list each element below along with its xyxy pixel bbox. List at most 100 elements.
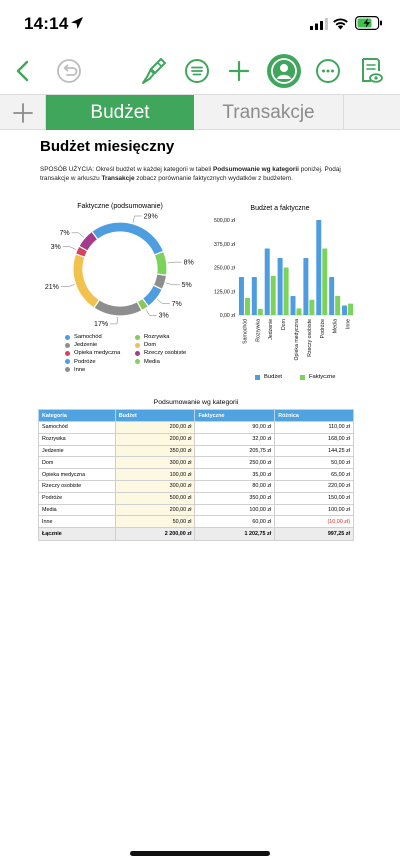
bar-chart[interactable]: 0,00 zł 125,00 zł 250,00 zł 375,00 zł 500,00…: [200, 212, 360, 374]
difference-cell[interactable]: 150,00 zł: [274, 491, 354, 505]
bar-budget[interactable]: [277, 258, 283, 315]
toolbar: [0, 50, 400, 92]
donut-slice[interactable]: [92, 298, 143, 317]
header-cell[interactable]: Kategoria: [38, 409, 116, 422]
difference-cell[interactable]: 110,00 zł: [274, 421, 354, 434]
format-lines-icon[interactable]: [180, 54, 214, 88]
table-row[interactable]: Opieka medyczna 100,00 zł 35,00 zł 65,00 zł: [38, 468, 354, 481]
total-cell[interactable]: 2 200,00 zł: [114, 527, 196, 542]
budget-cell[interactable]: 200,00 zł: [114, 421, 196, 434]
table-row[interactable]: Podróże 500,00 zł 350,00 zł 150,00 zł: [38, 491, 354, 505]
donut-slice[interactable]: [90, 221, 165, 256]
difference-cell[interactable]: 65,00 zł: [274, 468, 354, 481]
category-cell[interactable]: Podróże: [38, 491, 116, 505]
bar-actual[interactable]: [309, 299, 315, 315]
bar-actual[interactable]: [270, 275, 276, 315]
actual-cell[interactable]: 80,00 zł: [194, 479, 276, 493]
add-plus-icon[interactable]: [222, 54, 256, 88]
difference-cell[interactable]: 50,00 zł: [274, 456, 354, 470]
bar-actual[interactable]: [335, 296, 341, 315]
actual-cell[interactable]: 60,00 zł: [194, 515, 276, 529]
budget-cell[interactable]: 300,00 zł: [114, 456, 196, 470]
actual-cell[interactable]: 250,00 zł: [194, 456, 276, 470]
table-row[interactable]: Media 200,00 zł 100,00 zł 100,00 zł: [38, 503, 354, 517]
slice-leader-line: [167, 261, 182, 264]
budget-cell[interactable]: 50,00 zł: [114, 515, 196, 529]
budget-cell[interactable]: 300,00 zł: [114, 479, 196, 493]
budget-cell[interactable]: 500,00 zł: [114, 491, 196, 505]
add-sheet-button[interactable]: [0, 95, 46, 130]
bar-budget[interactable]: [303, 258, 309, 315]
table-total-row[interactable]: Łącznie 2 200,00 zł 1 202,75 zł 997,25 zł: [38, 527, 354, 542]
bar-actual[interactable]: [283, 267, 289, 316]
difference-cell[interactable]: (10,00 zł): [274, 515, 354, 529]
collaborate-person-icon[interactable]: [265, 52, 303, 90]
category-cell[interactable]: Samochód: [38, 421, 116, 434]
bar-actual[interactable]: [348, 303, 354, 315]
bar-actual[interactable]: [296, 308, 302, 315]
table-row[interactable]: Rozrywka 200,00 zł 32,00 zł 168,00 zł: [38, 432, 354, 446]
budget-cell[interactable]: 350,00 zł: [114, 444, 196, 458]
bar-actual[interactable]: [257, 308, 263, 315]
back-chevron-icon[interactable]: [6, 54, 40, 88]
header-cell[interactable]: Faktyczne: [194, 409, 276, 422]
header-cell[interactable]: Różnica: [274, 409, 354, 422]
category-cell[interactable]: Rzeczy osobiste: [38, 479, 116, 493]
actual-cell[interactable]: 205,75 zł: [194, 444, 276, 458]
category-summary-table[interactable]: Kategoria Budżet Faktyczne Różnica Samoc…: [38, 409, 354, 542]
bar-budget[interactable]: [238, 277, 244, 315]
tab-transakcje[interactable]: Transakcje: [194, 95, 344, 130]
undo-icon[interactable]: [52, 54, 86, 88]
actual-cell[interactable]: 32,00 zł: [194, 432, 276, 446]
bar-budget[interactable]: [329, 277, 335, 315]
bar-budget[interactable]: [251, 277, 257, 315]
budget-cell[interactable]: 100,00 zł: [114, 468, 196, 481]
header-cell[interactable]: Budżet: [114, 409, 196, 422]
donut-slice[interactable]: [72, 253, 101, 309]
bar-budget[interactable]: [342, 305, 348, 316]
x-tick-label: Rozrywka: [255, 319, 261, 342]
table-row[interactable]: Dom 300,00 zł 250,00 zł 50,00 zł: [38, 456, 354, 470]
category-cell[interactable]: Media: [38, 503, 116, 517]
category-cell[interactable]: Rozrywka: [38, 432, 116, 446]
donut-slice[interactable]: [153, 250, 168, 277]
bar-actual[interactable]: [322, 248, 328, 316]
table-row[interactable]: Samochód 200,00 zł 90,00 zł 110,00 zł: [38, 421, 354, 434]
more-options-icon[interactable]: [311, 54, 345, 88]
total-cell[interactable]: 1 202,75 zł: [194, 527, 276, 542]
category-cell[interactable]: Opieka medyczna: [38, 468, 116, 481]
donut-chart[interactable]: 7%3%17%21%3%7%29%8%5%: [30, 212, 210, 332]
legend-label: Dom: [144, 342, 157, 349]
category-cell[interactable]: Inne: [38, 515, 116, 529]
table-row[interactable]: Inne 50,00 zł 60,00 zł (10,00 zł): [38, 515, 354, 529]
budget-cell[interactable]: 200,00 zł: [114, 503, 196, 517]
actual-cell[interactable]: 350,00 zł: [194, 491, 276, 505]
bar-budget[interactable]: [290, 296, 296, 315]
budget-cell[interactable]: 200,00 zł: [114, 432, 196, 446]
category-cell[interactable]: Jedzenie: [38, 444, 116, 458]
actual-cell[interactable]: 35,00 zł: [194, 468, 276, 481]
difference-cell[interactable]: 144,25 zł: [274, 444, 354, 458]
y-tick-label: 500,00 zł: [214, 218, 236, 224]
difference-cell[interactable]: 220,00 zł: [274, 479, 354, 493]
difference-cell[interactable]: 168,00 zł: [274, 432, 354, 446]
paintbrush-icon[interactable]: [137, 54, 171, 88]
total-cell[interactable]: 997,25 zł: [274, 527, 354, 542]
battery-charging-icon: [355, 16, 382, 30]
category-cell[interactable]: Dom: [38, 456, 116, 470]
bar-actual[interactable]: [244, 297, 250, 315]
difference-cell[interactable]: 100,00 zł: [274, 503, 354, 517]
bar-budget[interactable]: [264, 248, 270, 316]
actual-cell[interactable]: 100,00 zł: [194, 503, 276, 517]
tab-budzet[interactable]: Budżet: [46, 95, 194, 130]
bar-budget[interactable]: [316, 220, 322, 315]
x-tick-label: Podróże: [320, 319, 326, 338]
table-row[interactable]: Jedzenie 350,00 zł 205,75 zł 144,25 zł: [38, 444, 354, 458]
reading-view-icon[interactable]: [354, 54, 388, 88]
legend-item-faktyczne: Faktyczne: [300, 374, 335, 380]
total-cell[interactable]: Łącznie: [38, 527, 116, 542]
actual-cell[interactable]: 90,00 zł: [194, 421, 276, 434]
legend-label: Media: [144, 358, 160, 365]
legend-item: Podróże: [65, 359, 96, 365]
table-row[interactable]: Rzeczy osobiste 300,00 zł 80,00 zł 220,00 z…: [38, 479, 354, 493]
